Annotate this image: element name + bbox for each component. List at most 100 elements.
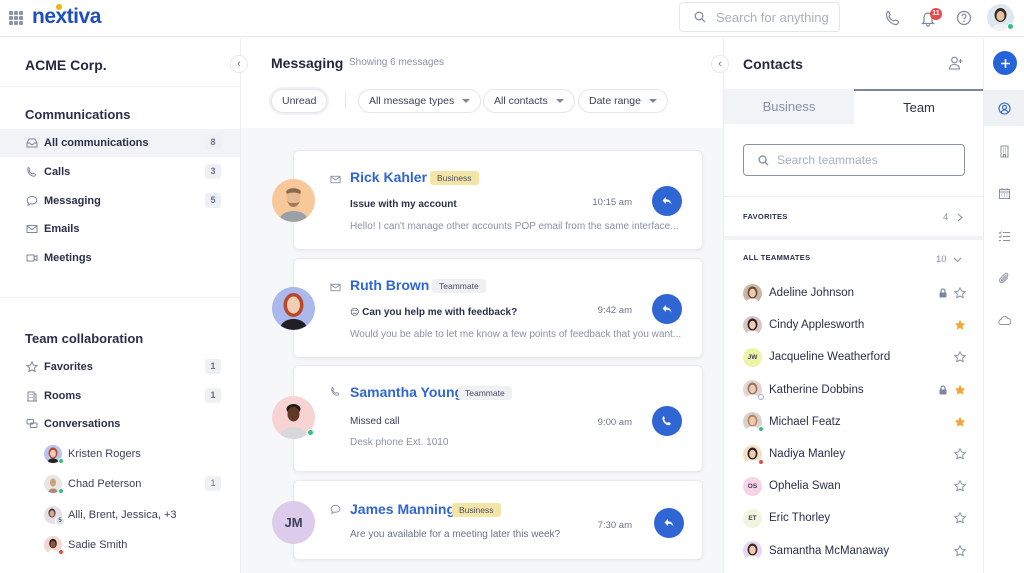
contact-type-tag: Business (452, 503, 501, 517)
sender-name[interactable]: James Manning (350, 501, 455, 517)
unread-filter-button[interactable]: Unread (271, 89, 328, 113)
chip-label: All contacts (494, 95, 548, 107)
star-outline-icon[interactable] (954, 480, 966, 492)
sidebar-item-messaging[interactable]: Messaging 5 (0, 187, 240, 215)
conversation-item[interactable]: Chad Peterson 1 (0, 470, 240, 498)
sidebar-item-conversations[interactable]: Conversations (0, 410, 240, 438)
message-card[interactable]: Rick Kahler Business Issue with my accou… (272, 150, 703, 250)
star-outline-icon[interactable] (954, 512, 966, 525)
teammate-row[interactable]: Katherine Dobbins (724, 374, 984, 406)
teammate-row[interactable]: Cindy Applesworth (724, 309, 984, 341)
conversation-item[interactable]: Sadie Smith (0, 531, 240, 559)
sidebar-item-rooms[interactable]: Rooms 1 (0, 382, 240, 410)
contacts-dropdown[interactable]: All contacts (483, 89, 575, 113)
teammate-row[interactable]: Samantha McManaway (724, 535, 984, 567)
tab-business[interactable]: Business (724, 89, 854, 124)
rail-cloud[interactable] (984, 302, 1024, 338)
teammate-row[interactable]: JW Jacqueline Weatherford (724, 341, 984, 373)
message-subject: 😑 Can you help me with feedback? (350, 307, 517, 318)
call-back-button[interactable] (652, 406, 682, 436)
teammate-row[interactable]: Michael Featz (724, 406, 984, 438)
contacts-title: Contacts (743, 56, 803, 72)
star-icon (26, 361, 38, 373)
sidebar-item-calls[interactable]: Calls 3 (0, 158, 240, 186)
search-teammates-input[interactable]: Search teammates (743, 144, 965, 176)
chip-label: Date range (589, 95, 641, 107)
message-subject: Issue with my account (350, 199, 457, 210)
divider (0, 297, 240, 298)
star-filled-icon[interactable] (954, 416, 966, 428)
chat-bubble-icon (330, 504, 341, 515)
avatar: OS (743, 476, 762, 496)
star-outline-icon[interactable] (954, 544, 966, 557)
star-filled-icon[interactable] (954, 384, 966, 396)
reply-icon (662, 197, 672, 205)
avatar-initials: ET (748, 514, 757, 522)
star-outline-icon[interactable] (954, 448, 966, 460)
rail-contacts[interactable] (984, 90, 1024, 126)
sender-name[interactable]: Ruth Brown (350, 277, 429, 293)
collapse-sidebar-button[interactable]: ‹ (230, 55, 248, 73)
presence-online (758, 426, 764, 433)
message-card[interactable]: Samantha Young Teammate Missed call 9:00… (272, 365, 703, 472)
messaging-panel: Messaging Showing 6 messages Unread All … (240, 38, 724, 573)
left-sidebar: ACME Corp. Communications All communicat… (0, 38, 240, 573)
conversation-name: Sadie Smith (68, 539, 128, 551)
rail-tasks[interactable] (984, 218, 1024, 254)
all-teammates-count: 10 (936, 254, 947, 265)
sidebar-item-all-communications[interactable]: All communications 8 (0, 129, 240, 157)
rail-attachments[interactable] (984, 260, 1024, 296)
count-badge: 8 (205, 135, 221, 150)
teammate-row[interactable]: Adeline Johnson (724, 277, 984, 309)
sidebar-item-label: All communications (44, 137, 149, 149)
message-card[interactable]: JM James Manning Business 7:30 am Are yo… (272, 480, 703, 560)
star-filled-icon[interactable] (954, 319, 966, 331)
sidebar-item-meetings[interactable]: Meetings (0, 244, 240, 272)
phone-icon[interactable] (884, 9, 902, 27)
rail-calendar[interactable] (984, 175, 1024, 211)
presence-online (58, 488, 64, 494)
contact-type-tag: Teammate (458, 386, 512, 400)
reply-button[interactable] (654, 508, 684, 538)
tab-team[interactable]: Team (854, 89, 984, 124)
conversation-item[interactable]: Kristen Rogers (0, 440, 240, 468)
teammate-name: Katherine Dobbins (769, 383, 864, 396)
video-icon (26, 254, 38, 262)
phone-icon (27, 166, 37, 177)
apps-grid-icon[interactable] (9, 11, 23, 25)
reply-button[interactable] (652, 186, 682, 216)
reply-button[interactable] (652, 294, 682, 324)
reply-icon (662, 305, 672, 313)
collapse-messaging-button[interactable]: ‹ (711, 55, 729, 73)
sender-name[interactable]: Rick Kahler (350, 169, 427, 185)
sidebar-item-favorites[interactable]: Favorites 1 (0, 353, 240, 381)
presence-online (307, 429, 314, 436)
teammate-row[interactable]: Nadiya Manley (724, 438, 984, 470)
nextiva-logo[interactable]: nextiva (32, 4, 101, 29)
teammate-row[interactable]: OS Ophelia Swan (724, 470, 984, 502)
message-card[interactable]: Ruth Brown Teammate 😑 Can you help me wi… (272, 258, 703, 358)
search-icon (758, 154, 769, 166)
conversation-item[interactable]: 5 Alli, Brent, Jessica, +3 (0, 501, 240, 529)
avatar-initials: OS (747, 482, 758, 490)
count-badge: 1 (205, 476, 221, 491)
star-outline-icon[interactable] (954, 287, 966, 299)
sidebar-item-emails[interactable]: Emails (0, 215, 240, 243)
message-types-dropdown[interactable]: All message types (358, 89, 482, 113)
avatar (743, 444, 764, 465)
lock-icon (939, 288, 947, 298)
global-search-input[interactable]: Search for anything (679, 2, 840, 32)
sender-name[interactable]: Samantha Young (350, 384, 463, 400)
avatar: JM (272, 501, 315, 544)
help-icon[interactable] (955, 9, 973, 27)
teammate-row[interactable]: ET Eric Thorley (724, 502, 984, 534)
rail-company[interactable] (984, 133, 1024, 169)
teammate-name: Nadiya Manley (769, 448, 846, 460)
sidebar-item-label: Conversations (44, 418, 121, 430)
date-range-dropdown[interactable]: Date range (578, 89, 668, 113)
star-outline-icon[interactable] (954, 351, 966, 364)
add-button[interactable] (993, 51, 1017, 75)
count-badge: 1 (205, 359, 221, 374)
add-contact-icon[interactable] (948, 55, 964, 71)
avatar (272, 179, 315, 222)
